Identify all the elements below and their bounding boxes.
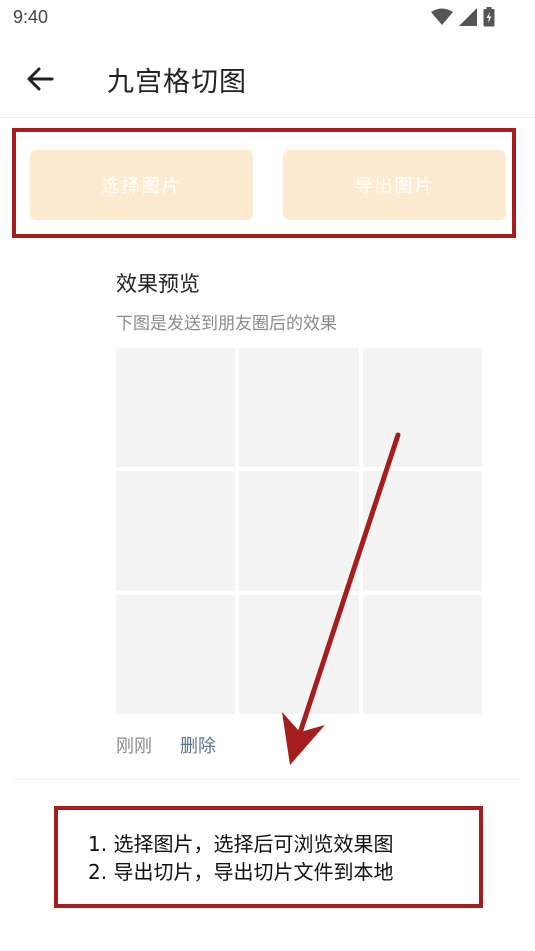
preview-subtitle: 下图是发送到朋友圈后的效果 [116,314,337,334]
grid-cell [116,594,236,714]
wifi-icon [431,8,453,25]
grid-cell [239,471,359,591]
grid-cell [239,594,359,714]
preview-title: 效果预览 [116,272,200,296]
page-title: 九宫格切图 [107,67,247,98]
instructions-text: 1. 选择图片，选择后可浏览效果图 2. 导出切片，导出切片文件到本地 [88,830,393,886]
signal-icon [459,8,477,26]
status-time: 9:40 [13,7,49,27]
grid-cell [362,594,482,714]
post-time: 刚刚 [116,736,152,757]
status-icons [431,6,495,28]
grid-cell [362,471,482,591]
divider [14,779,520,780]
delete-link[interactable]: 删除 [180,732,216,758]
battery-icon [483,7,495,27]
instruction-line-2: 2. 导出切片，导出切片文件到本地 [88,860,394,884]
status-bar: 9:40 [0,0,535,38]
annotation-highlight-box [12,128,516,238]
grid-cell [116,471,236,591]
instruction-line-1: 1. 选择图片，选择后可浏览效果图 [88,832,394,856]
nine-grid-preview [116,348,482,714]
grid-cell [116,348,236,468]
back-button[interactable] [24,62,58,96]
grid-cell [239,348,359,468]
arrow-left-icon [27,67,54,91]
grid-cell [362,348,482,468]
app-bar: 九宫格切图 [0,40,535,118]
